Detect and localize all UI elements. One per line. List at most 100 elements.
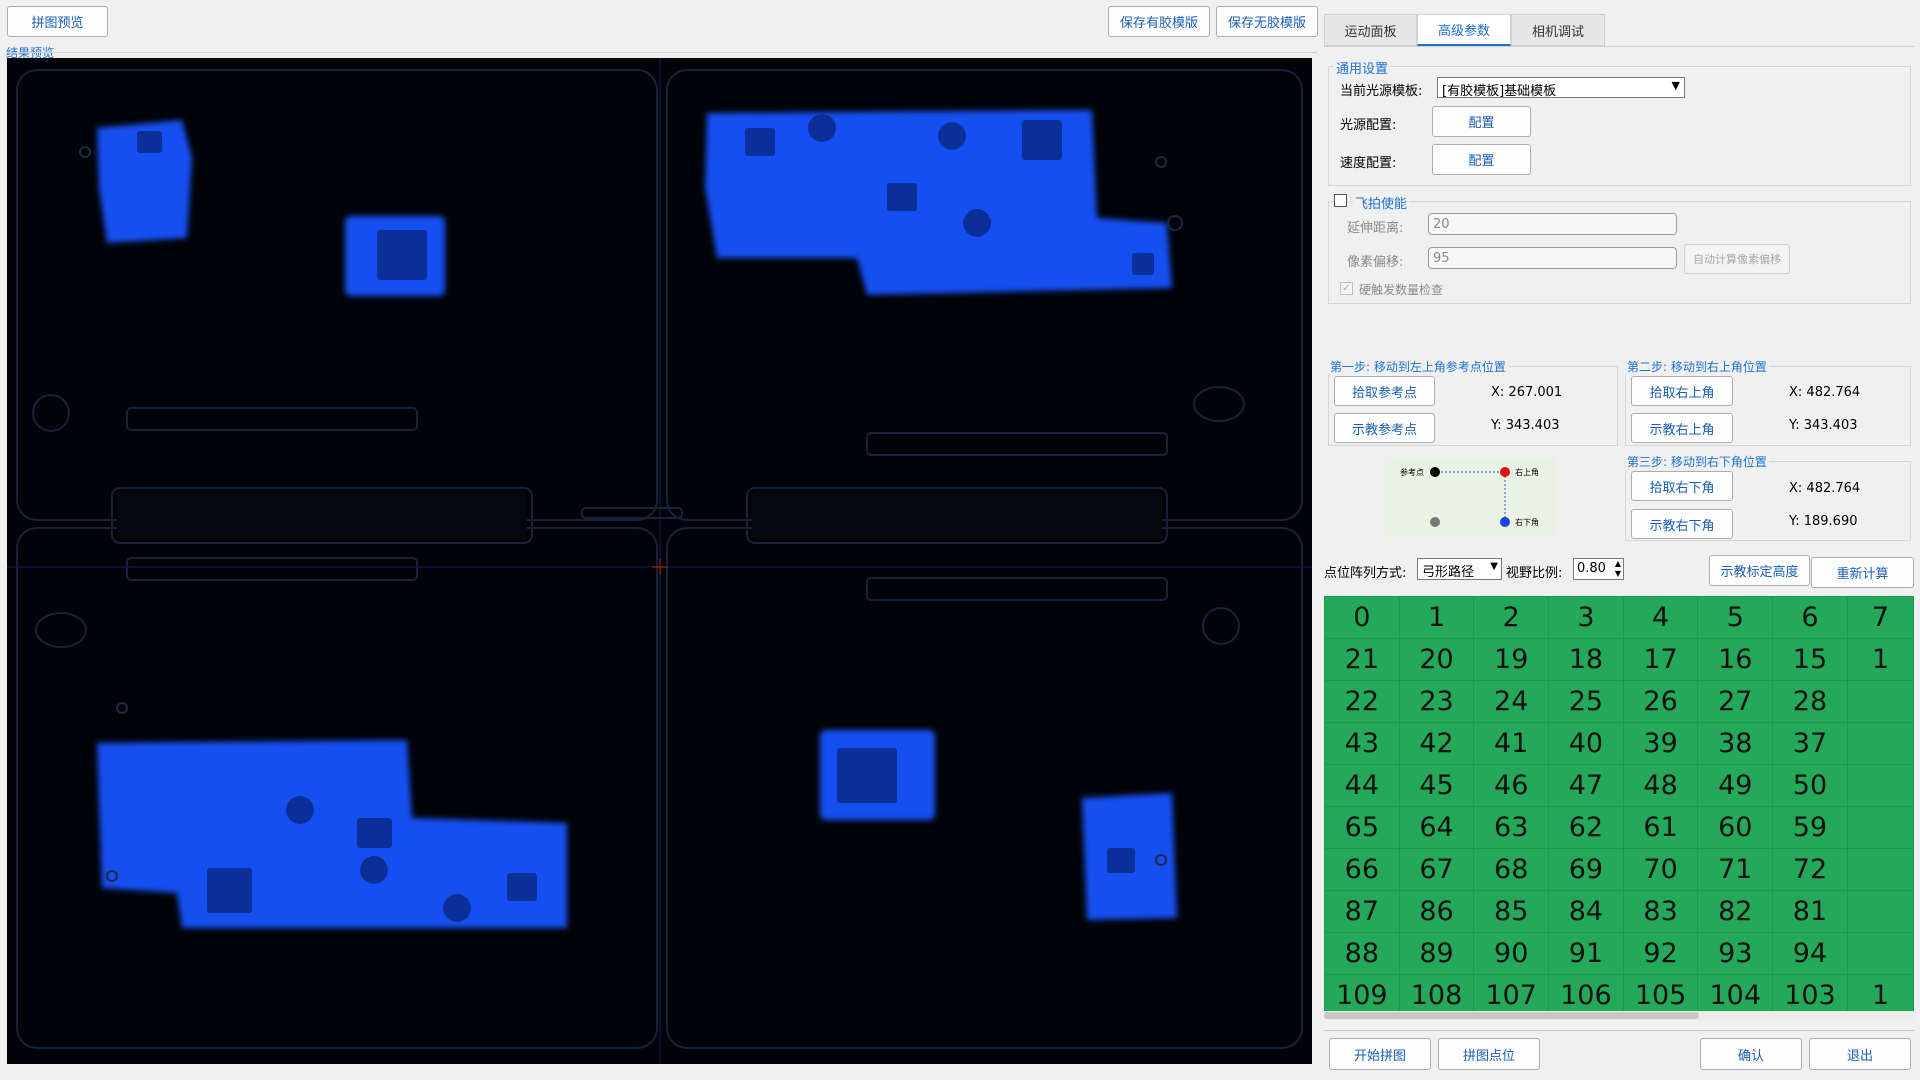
array-mode-select[interactable]: 弓形路径 ▼ <box>1417 558 1502 580</box>
grid-cell[interactable]: 60 <box>1697 806 1774 849</box>
grid-cell[interactable]: 81 <box>1772 890 1848 933</box>
grid-cell[interactable]: 42 <box>1398 722 1475 765</box>
grid-cell[interactable]: 22 <box>1324 680 1400 723</box>
template-select[interactable]: [有胶模板]基础模板 ▼ <box>1437 77 1685 99</box>
grid-cell[interactable]: 19 <box>1473 638 1550 681</box>
grid-cell[interactable] <box>1846 764 1914 807</box>
grid-cell[interactable]: 72 <box>1772 848 1848 891</box>
hw-trigger-check-checkbox[interactable]: ✓ <box>1340 282 1353 295</box>
grid-cell[interactable]: 92 <box>1622 932 1699 975</box>
confirm-button[interactable]: 确认 <box>1700 1038 1802 1070</box>
teach-bottom-right-button[interactable]: 示教右下角 <box>1631 509 1733 539</box>
grid-cell[interactable]: 0 <box>1324 596 1400 639</box>
pixel-offset-input[interactable]: 95 <box>1428 247 1677 269</box>
grid-cell[interactable]: 65 <box>1324 806 1400 849</box>
grid-cell[interactable]: 90 <box>1473 932 1550 975</box>
auto-calc-pixel-offset-button[interactable]: 自动计算像素偏移 <box>1684 244 1790 274</box>
pick-bottom-right-button[interactable]: 拾取右下角 <box>1631 471 1733 501</box>
grid-cell[interactable] <box>1846 932 1914 975</box>
grid-cell[interactable]: 38 <box>1697 722 1774 765</box>
grid-cell[interactable] <box>1846 680 1914 723</box>
tab-camera-debug[interactable]: 相机调试 <box>1511 14 1605 46</box>
grid-cell[interactable]: 87 <box>1324 890 1400 933</box>
grid-cell[interactable]: 64 <box>1398 806 1475 849</box>
point-array-grid[interactable]: 0 1 2 3 4 5 6 7 21 20 19 18 17 16 15 1 22 23 24 25 26 27 28 43 4… <box>1324 596 1914 1020</box>
grid-cell[interactable]: 71 <box>1697 848 1774 891</box>
horizontal-scrollbar[interactable] <box>1324 1011 1914 1020</box>
grid-cell[interactable]: 43 <box>1324 722 1400 765</box>
grid-cell[interactable]: 16 <box>1697 638 1774 681</box>
grid-cell[interactable]: 84 <box>1548 890 1624 933</box>
grid-cell[interactable]: 85 <box>1473 890 1550 933</box>
recalculate-button[interactable]: 重新计算 <box>1811 557 1914 588</box>
grid-cell[interactable]: 67 <box>1398 848 1475 891</box>
grid-cell[interactable]: 15 <box>1772 638 1848 681</box>
grid-cell[interactable]: 41 <box>1473 722 1550 765</box>
grid-cell[interactable]: 25 <box>1548 680 1624 723</box>
grid-cell[interactable]: 23 <box>1398 680 1475 723</box>
grid-cell[interactable]: 45 <box>1398 764 1475 807</box>
view-ratio-spinbox[interactable]: 0.80 ▲ ▼ <box>1573 558 1624 580</box>
grid-cell[interactable] <box>1846 722 1914 765</box>
stitch-points-button[interactable]: 拼图点位 <box>1438 1038 1540 1070</box>
tab-advanced-params[interactable]: 高级参数 <box>1417 14 1511 46</box>
fly-enable-checkbox[interactable] <box>1334 194 1347 207</box>
grid-cell[interactable]: 1 <box>1398 596 1475 639</box>
speed-config-button[interactable]: 配置 <box>1432 144 1531 175</box>
save-glue-template-button[interactable]: 保存有胶模版 <box>1108 6 1210 37</box>
grid-cell[interactable]: 63 <box>1473 806 1550 849</box>
grid-cell[interactable]: 91 <box>1548 932 1624 975</box>
grid-cell[interactable] <box>1846 890 1914 933</box>
grid-cell[interactable]: 1 <box>1846 638 1914 681</box>
grid-cell[interactable]: 39 <box>1622 722 1699 765</box>
teach-top-right-button[interactable]: 示教右上角 <box>1631 413 1733 443</box>
grid-cell[interactable]: 3 <box>1548 596 1624 639</box>
grid-cell[interactable]: 44 <box>1324 764 1400 807</box>
spin-up-icon[interactable]: ▲ <box>1615 559 1621 568</box>
pick-reference-button[interactable]: 拾取参考点 <box>1334 376 1435 406</box>
stitch-result-preview[interactable] <box>7 58 1312 1064</box>
scrollbar-thumb[interactable] <box>1324 1012 1699 1019</box>
grid-cell[interactable]: 26 <box>1622 680 1699 723</box>
grid-cell[interactable]: 83 <box>1622 890 1699 933</box>
exit-button[interactable]: 退出 <box>1809 1038 1911 1070</box>
pick-top-right-button[interactable]: 拾取右上角 <box>1631 376 1733 406</box>
grid-cell[interactable]: 82 <box>1697 890 1774 933</box>
grid-cell[interactable]: 61 <box>1622 806 1699 849</box>
grid-cell[interactable] <box>1846 848 1914 891</box>
grid-cell[interactable]: 48 <box>1622 764 1699 807</box>
tab-motion-panel[interactable]: 运动面板 <box>1324 14 1417 46</box>
grid-cell[interactable]: 28 <box>1772 680 1848 723</box>
grid-cell[interactable]: 89 <box>1398 932 1475 975</box>
grid-cell[interactable]: 70 <box>1622 848 1699 891</box>
grid-cell[interactable]: 5 <box>1697 596 1774 639</box>
grid-cell[interactable]: 59 <box>1772 806 1848 849</box>
grid-cell[interactable]: 66 <box>1324 848 1400 891</box>
grid-cell[interactable] <box>1846 806 1914 849</box>
grid-cell[interactable]: 17 <box>1622 638 1699 681</box>
start-stitch-button[interactable]: 开始拼图 <box>1329 1038 1431 1070</box>
grid-cell[interactable]: 46 <box>1473 764 1550 807</box>
grid-cell[interactable]: 4 <box>1622 596 1699 639</box>
grid-cell[interactable]: 50 <box>1772 764 1848 807</box>
grid-cell[interactable]: 86 <box>1398 890 1475 933</box>
grid-cell[interactable]: 20 <box>1398 638 1475 681</box>
grid-cell[interactable]: 49 <box>1697 764 1774 807</box>
grid-cell[interactable]: 40 <box>1548 722 1624 765</box>
grid-cell[interactable]: 2 <box>1473 596 1550 639</box>
grid-cell[interactable]: 27 <box>1697 680 1774 723</box>
grid-cell[interactable]: 18 <box>1548 638 1624 681</box>
grid-cell[interactable]: 88 <box>1324 932 1400 975</box>
grid-cell[interactable]: 47 <box>1548 764 1624 807</box>
grid-cell[interactable]: 93 <box>1697 932 1774 975</box>
grid-cell[interactable]: 7 <box>1846 596 1914 639</box>
grid-cell[interactable]: 94 <box>1772 932 1848 975</box>
teach-calib-height-button[interactable]: 示教标定高度 <box>1709 555 1810 586</box>
spin-down-icon[interactable]: ▼ <box>1615 569 1621 578</box>
light-config-button[interactable]: 配置 <box>1432 106 1531 137</box>
extend-distance-input[interactable]: 20 <box>1428 213 1677 235</box>
grid-cell[interactable]: 21 <box>1324 638 1400 681</box>
grid-cell[interactable]: 62 <box>1548 806 1624 849</box>
grid-cell[interactable]: 37 <box>1772 722 1848 765</box>
save-noglue-template-button[interactable]: 保存无胶模版 <box>1216 6 1318 37</box>
